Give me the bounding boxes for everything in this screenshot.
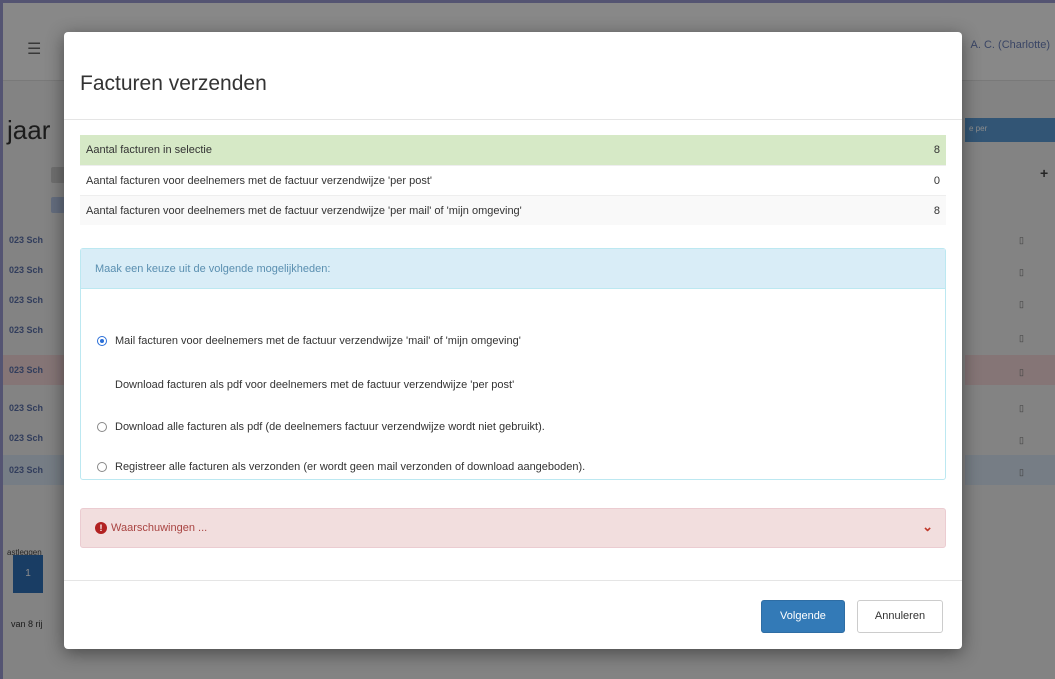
option-download-all[interactable]: Download alle facturen als pdf (de deeln…: [97, 421, 545, 433]
send-invoices-modal: Facturen verzenden Aantal facturen in se…: [64, 32, 962, 649]
stat-label: Aantal facturen voor deelnemers met de f…: [86, 204, 522, 217]
radio-button[interactable]: [97, 422, 107, 432]
stat-label: Aantal facturen voor deelnemers met de f…: [86, 174, 432, 187]
option-download-post[interactable]: Download facturen als pdf voor deelnemer…: [97, 379, 514, 391]
chevron-down-icon[interactable]: ⌄: [922, 519, 933, 535]
choice-panel: Maak een keuze uit de volgende mogelijkh…: [80, 248, 946, 480]
stat-value: 0: [933, 174, 940, 187]
stat-value: 8: [933, 204, 940, 217]
stat-row-mail: Aantal facturen voor deelnemers met de f…: [80, 195, 946, 225]
next-button[interactable]: Volgende: [761, 600, 845, 633]
warnings-panel[interactable]: ! Waarschuwingen ... ⌄: [80, 508, 946, 548]
warnings-label: Waarschuwingen ...: [111, 522, 208, 534]
modal-title: Facturen verzenden: [80, 72, 267, 95]
option-label: Download alle facturen als pdf (de deeln…: [115, 421, 545, 433]
invoice-stats-table: Aantal facturen in selectie 8 Aantal fac…: [80, 135, 946, 225]
option-mail-invoices[interactable]: Mail facturen voor deelnemers met de fac…: [97, 335, 521, 347]
modal-header-divider: [64, 119, 962, 120]
stat-row-post: Aantal facturen voor deelnemers met de f…: [80, 165, 946, 195]
stat-row-selection: Aantal facturen in selectie 8: [80, 135, 946, 165]
cancel-button[interactable]: Annuleren: [857, 600, 943, 633]
modal-footer-divider: [64, 580, 962, 581]
option-label: Mail facturen voor deelnemers met de fac…: [115, 335, 521, 347]
radio-button[interactable]: [97, 336, 107, 346]
option-register-sent[interactable]: Registreer alle facturen als verzonden (…: [97, 461, 585, 473]
radio-button[interactable]: [97, 462, 107, 472]
option-label: Download facturen als pdf voor deelnemer…: [115, 379, 515, 391]
option-label: Registreer alle facturen als verzonden (…: [115, 461, 586, 473]
radio-button[interactable]: [97, 380, 107, 390]
stat-label: Aantal facturen in selectie: [86, 144, 212, 156]
exclamation-circle-icon: !: [95, 522, 107, 534]
choice-panel-header: Maak een keuze uit de volgende mogelijkh…: [81, 249, 945, 289]
stat-value: 8: [933, 144, 940, 156]
